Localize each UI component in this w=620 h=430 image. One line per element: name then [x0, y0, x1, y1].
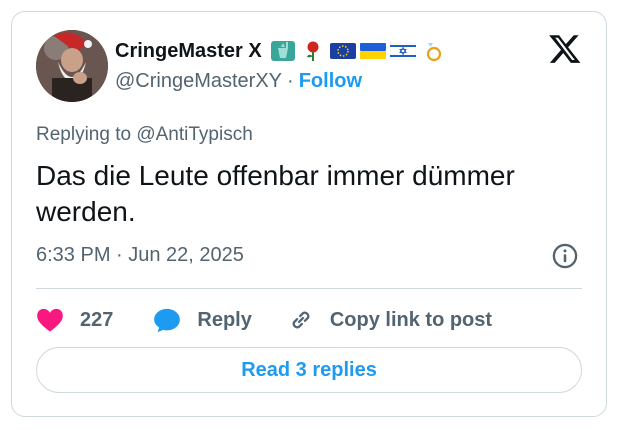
replying-to-mention[interactable]: @AntiTypisch	[136, 124, 252, 145]
divider	[36, 288, 582, 289]
info-icon[interactable]	[551, 242, 579, 270]
avatar[interactable]	[36, 30, 108, 102]
tweet-card: CringeMaster X @CringeMasterXY · Follow …	[11, 11, 607, 417]
action-bar: 227 Reply Copy link to post	[36, 302, 492, 338]
copy-link-label: Copy link to post	[329, 308, 493, 331]
reply-button[interactable]: Reply	[153, 307, 252, 333]
ukraine-flag-emoji	[359, 43, 386, 59]
reply-label: Reply	[197, 308, 252, 331]
read-replies-label: Read 3 replies	[241, 358, 377, 381]
like-button[interactable]: 227	[36, 307, 113, 333]
reply-bubble-icon	[154, 308, 181, 333]
copy-link-button[interactable]: Copy link to post	[288, 307, 492, 333]
author-handle[interactable]: @CringeMasterXY	[115, 70, 282, 93]
like-count: 227	[80, 308, 114, 331]
separator-dot: ·	[287, 70, 294, 92]
replying-prefix: Replying to	[36, 124, 137, 145]
tweet-text: Das die Leute offenbar immer dümmer werd…	[36, 160, 515, 227]
author-handle-row: @CringeMasterXY · Follow	[115, 70, 362, 93]
tweet-timestamp[interactable]: 6:33 PM · Jun 22, 2025	[36, 244, 244, 267]
heart-icon	[37, 308, 63, 332]
replying-to: Replying to @AntiTypisch	[36, 124, 253, 146]
follow-button[interactable]: Follow	[299, 70, 362, 93]
read-replies-button[interactable]: Read 3 replies	[36, 347, 582, 393]
israel-flag-emoji	[389, 42, 416, 60]
name-badges	[270, 40, 446, 62]
eu-flag-emoji	[329, 43, 356, 59]
avatar-image	[36, 30, 108, 102]
author-name-row: CringeMaster X	[115, 37, 446, 65]
x-logo-icon[interactable]	[548, 32, 582, 66]
ring-emoji	[426, 43, 441, 62]
statue-of-liberty-emoji	[270, 41, 295, 61]
rose-emoji	[306, 41, 319, 61]
link-icon	[292, 311, 310, 329]
display-name[interactable]: CringeMaster X	[115, 40, 262, 63]
